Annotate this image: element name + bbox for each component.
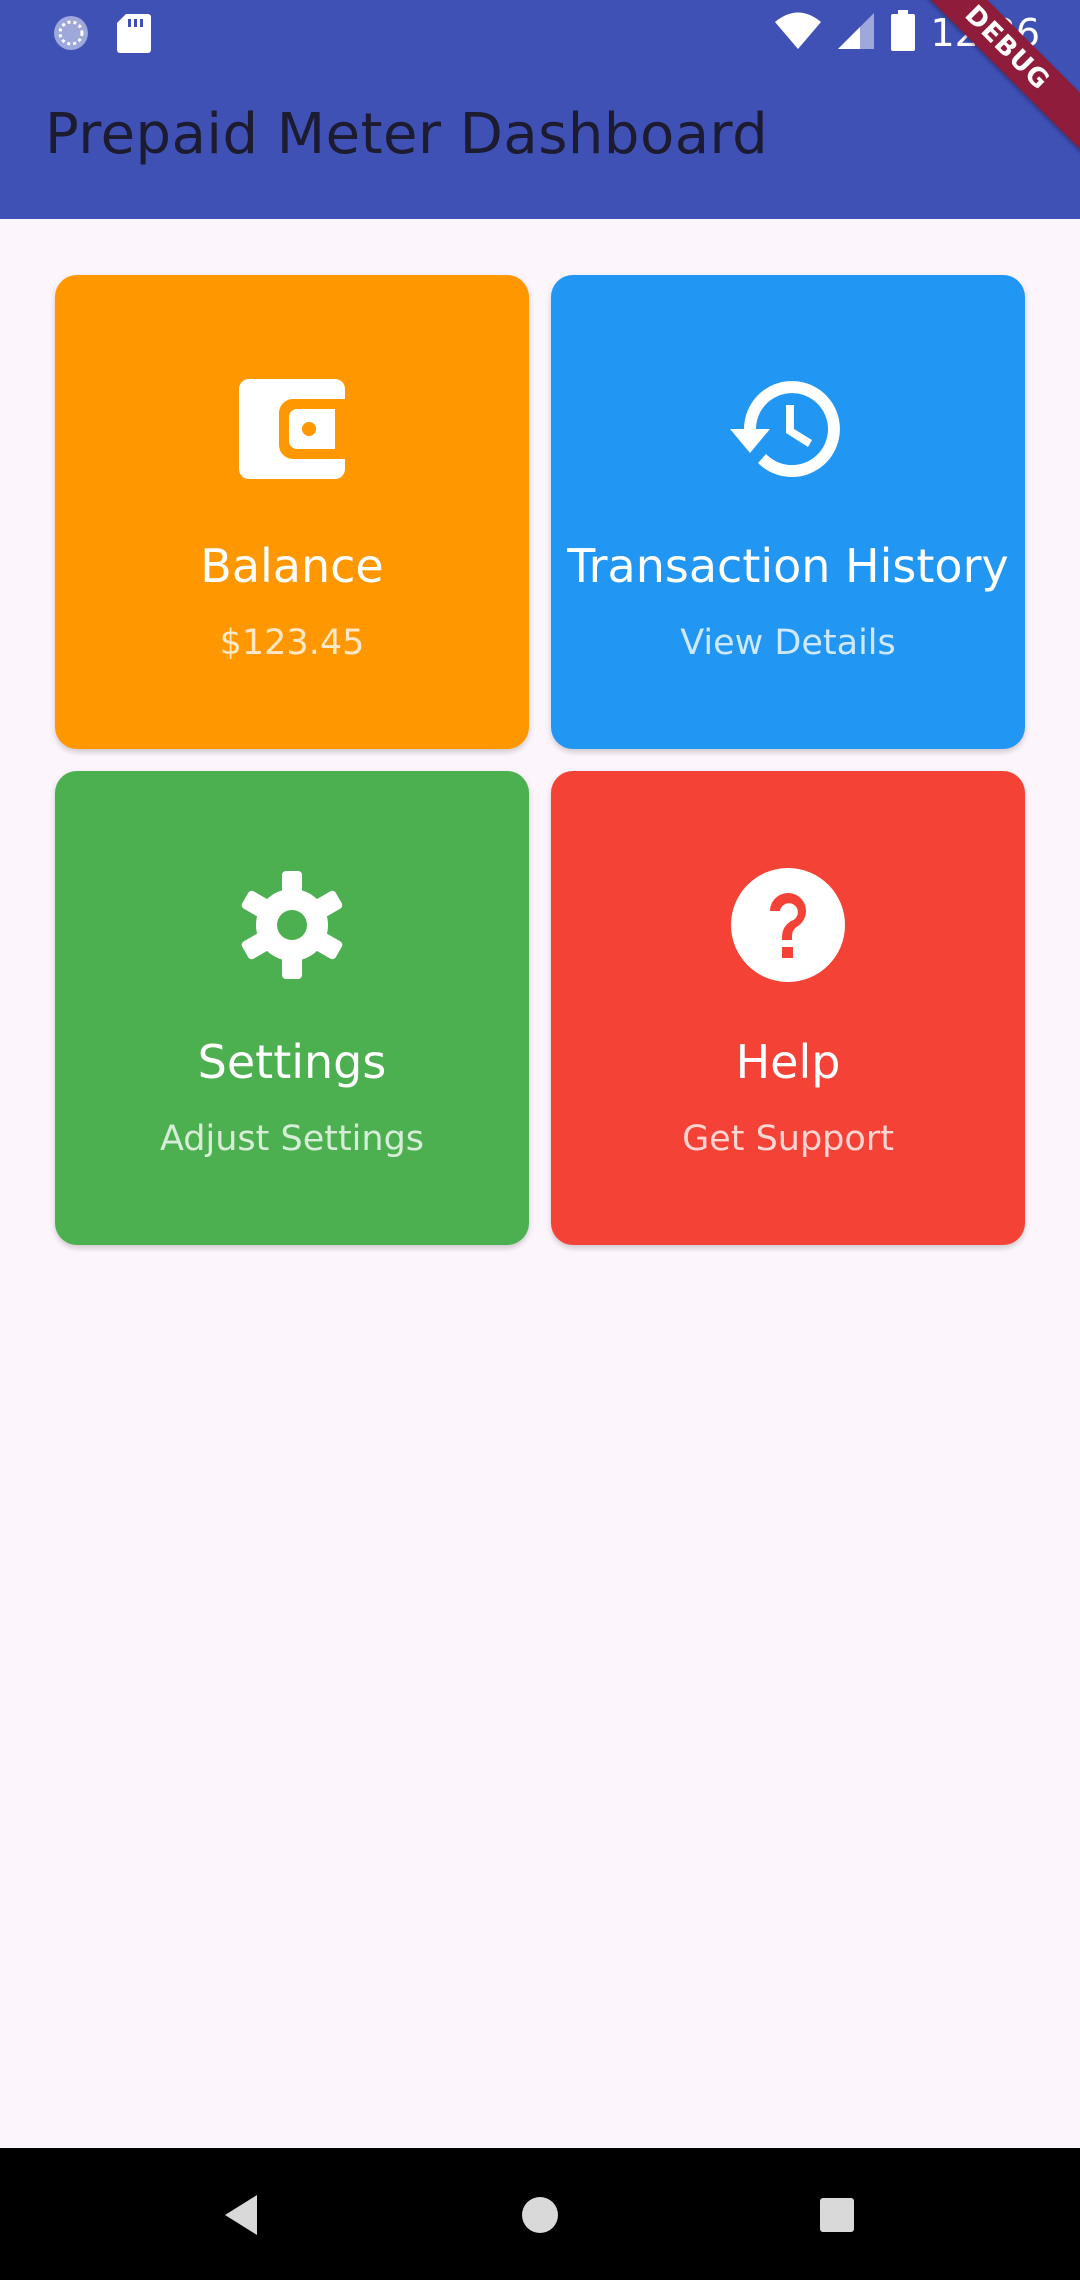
help-title: Help bbox=[735, 1035, 841, 1089]
wallet-icon bbox=[232, 369, 352, 489]
page-title: Prepaid Meter Dashboard bbox=[45, 102, 769, 167]
settings-title: Settings bbox=[197, 1035, 387, 1089]
home-icon[interactable] bbox=[515, 2190, 565, 2240]
balance-value: $123.45 bbox=[219, 623, 365, 663]
transaction-history-card[interactable]: Transaction History View Details bbox=[551, 275, 1025, 749]
gear-icon bbox=[232, 865, 352, 985]
status-left bbox=[50, 12, 152, 58]
transaction-history-title: Transaction History bbox=[567, 539, 1009, 593]
recents-icon[interactable] bbox=[812, 2190, 862, 2240]
status-bar: 12:36 bbox=[0, 0, 1080, 66]
help-subtitle: Get Support bbox=[682, 1119, 894, 1159]
settings-subtitle: Adjust Settings bbox=[159, 1119, 425, 1159]
dashboard-grid: Balance $123.45 Transaction History View… bbox=[55, 275, 1025, 1245]
app-bar: 12:36 Prepaid Meter Dashboard bbox=[0, 0, 1080, 219]
history-icon bbox=[728, 369, 848, 489]
balance-card[interactable]: Balance $123.45 bbox=[55, 275, 529, 749]
screen: 12:36 Prepaid Meter Dashboard DEBUG Bala… bbox=[0, 0, 1080, 2280]
navigation-bar bbox=[0, 2148, 1080, 2280]
help-card[interactable]: Help Get Support bbox=[551, 771, 1025, 1245]
help-icon bbox=[728, 865, 848, 985]
transaction-history-subtitle: View Details bbox=[680, 623, 896, 663]
wifi-icon bbox=[774, 11, 822, 55]
balance-title: Balance bbox=[200, 539, 384, 593]
settings-card[interactable]: Settings Adjust Settings bbox=[55, 771, 529, 1245]
signal-icon bbox=[836, 11, 876, 55]
back-icon[interactable] bbox=[218, 2190, 268, 2240]
sd-card-icon bbox=[116, 12, 152, 58]
battery-icon bbox=[890, 10, 916, 56]
sync-icon bbox=[50, 12, 92, 58]
